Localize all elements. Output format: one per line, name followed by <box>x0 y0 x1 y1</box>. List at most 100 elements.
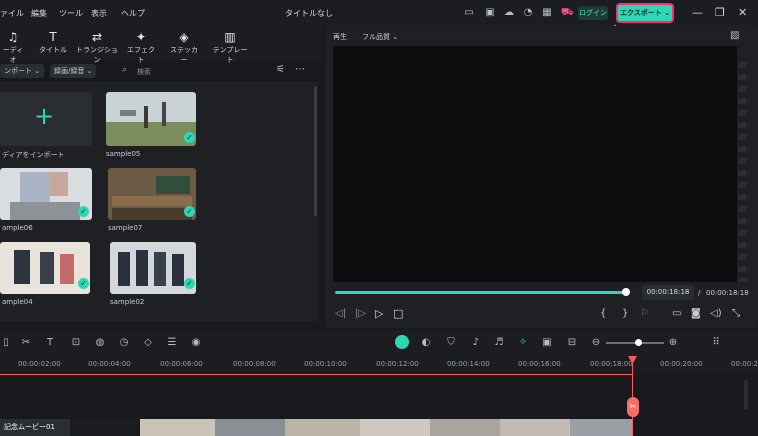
text-icon: T <box>49 30 57 44</box>
mark-in-icon[interactable]: { <box>600 308 606 319</box>
tab-audio[interactable]: ♫ ーディオ <box>0 30 26 65</box>
next-frame-icon[interactable]: |▷ <box>355 308 366 319</box>
time-separator: / <box>698 289 701 297</box>
timeline-scrollbar[interactable] <box>744 380 748 410</box>
tick-label: 00:00:06:00 <box>160 360 203 368</box>
media-item-sample07[interactable]: ✓ <box>108 168 196 220</box>
stop-icon[interactable]: □ <box>393 307 403 320</box>
search-icon: ⌕ <box>122 65 128 75</box>
marker-icon[interactable]: ⚐ <box>640 308 649 319</box>
quality-dropdown[interactable]: フル品質 ⌄ <box>362 32 398 42</box>
video-clip[interactable]: 記念ムービー01 <box>0 419 632 436</box>
checkmark-icon: ✓ <box>184 278 195 289</box>
template-icon: ▥ <box>224 30 236 44</box>
media-item-sample02[interactable]: ✓ <box>110 242 196 294</box>
more-icon[interactable]: ⋯ <box>295 64 305 75</box>
music-track-icon[interactable]: ♬ <box>493 337 505 349</box>
current-time: 00:00:18:18 <box>642 285 694 300</box>
tick-label: 00:00:20:00 <box>660 360 703 368</box>
crop-icon[interactable]: ⊡ <box>70 337 82 349</box>
filter-icon[interactable]: ⚟ <box>276 64 285 75</box>
tab-effect[interactable]: ✦ エフェクト <box>125 30 157 65</box>
zoom-out-icon[interactable]: ⊖ <box>590 337 602 349</box>
import-dropdown[interactable]: ンポート ⌄ <box>0 64 45 78</box>
tick-label: 00:00:2 <box>731 360 758 368</box>
display-icon[interactable]: ▭ <box>672 308 681 319</box>
plus-icon: + <box>34 102 55 130</box>
progress-handle[interactable] <box>622 288 630 296</box>
speed-icon[interactable]: ◷ <box>118 337 130 349</box>
sticker-icon: ◈ <box>179 30 189 44</box>
play-icon[interactable]: ▷ <box>375 307 383 320</box>
tick-label: 00:00:14:00 <box>447 360 490 368</box>
thumbnail-image <box>106 92 196 146</box>
media-item-label: sample02 <box>110 298 145 306</box>
pip-icon[interactable]: ▣ <box>541 337 553 349</box>
effect-icon: ✦ <box>135 30 147 44</box>
tab-sticker[interactable]: ◈ ステッカー <box>168 30 200 65</box>
minimize-icon[interactable]: — <box>692 6 703 19</box>
media-scrollbar[interactable] <box>314 86 317 216</box>
ai-icon[interactable] <box>395 335 409 349</box>
media-library: + ディアをインポート ✓ sample05 ✓ ample06 ✓ sampl… <box>0 82 318 322</box>
zoom-handle[interactable] <box>635 339 642 346</box>
close-icon[interactable]: ✕ <box>738 6 747 19</box>
record-dropdown[interactable]: 録画/録音 ⌄ <box>50 64 97 78</box>
text-tool-icon[interactable]: T <box>44 337 56 349</box>
music-note-icon: ♫ <box>7 30 19 44</box>
tick-label: 00:00:04:00 <box>88 360 131 368</box>
prev-frame-icon[interactable]: ◁| <box>335 308 346 319</box>
menu-file[interactable]: ァイル <box>0 8 24 19</box>
playhead[interactable] <box>632 356 633 436</box>
timeline-range-line <box>0 374 632 375</box>
checkmark-icon: ✓ <box>184 132 195 143</box>
menu-edit[interactable]: 編集 <box>31 8 47 19</box>
snapshot-icon[interactable]: ▨ <box>730 30 739 41</box>
menu-tools[interactable]: ツール <box>59 8 83 19</box>
audio-icon[interactable]: ◉ <box>190 337 202 349</box>
checkmark-icon: ✓ <box>78 278 89 289</box>
clip-label: 記念ムービー01 <box>4 423 55 431</box>
media-item-label: ample04 <box>2 298 33 306</box>
color-icon[interactable]: ◍ <box>94 337 106 349</box>
import-media-tile[interactable]: + <box>0 92 92 146</box>
thumbnail-image <box>110 242 196 294</box>
mic-icon[interactable]: ♪ <box>470 337 482 349</box>
tick-label: 00:00:10:00 <box>304 360 347 368</box>
menu-view[interactable]: 表示 <box>91 8 107 19</box>
delete-icon[interactable]: ▯ <box>0 337 12 349</box>
transition-icon: ⇄ <box>91 30 103 44</box>
tab-template[interactable]: ▥ テンプレート <box>210 30 250 65</box>
split-icon[interactable]: ✂ <box>627 397 639 417</box>
media-item-label: sample05 <box>106 150 141 158</box>
shield-icon[interactable]: ⛉ <box>445 337 457 349</box>
tab-title[interactable]: T タイトル <box>38 30 68 55</box>
grid-icon[interactable]: ⠿ <box>710 337 722 349</box>
media-item-sample04[interactable]: ✓ <box>0 242 90 294</box>
keyframe-icon[interactable]: ◇ <box>142 337 154 349</box>
progress-bar[interactable] <box>335 291 625 294</box>
volume-icon[interactable]: ◁) <box>710 308 722 319</box>
scissors-icon[interactable]: ✂ <box>20 337 32 349</box>
mark-out-icon[interactable]: } <box>622 308 628 319</box>
media-item-label: ample06 <box>2 224 33 232</box>
media-item-sample06[interactable]: ✓ <box>0 168 92 220</box>
zoom-in-icon[interactable]: ⊕ <box>667 337 679 349</box>
maximize-icon[interactable]: ❐ <box>715 6 725 19</box>
auto-icon[interactable]: ⊟ <box>566 337 578 349</box>
app-title: タイトルなし <box>285 9 333 18</box>
snap-icon[interactable]: ✧ <box>517 337 529 349</box>
fullscreen-icon[interactable]: ⤡ <box>732 308 740 319</box>
adjust-icon[interactable]: ☰ <box>166 337 178 349</box>
tick-label: 00:00:18:00 <box>590 360 633 368</box>
search-input[interactable]: 検索 <box>137 67 151 77</box>
play-mode-label: 再生 <box>333 33 347 41</box>
menu-help[interactable]: ヘルプ <box>121 8 145 19</box>
clip-thumbnails <box>0 419 632 436</box>
tab-transition[interactable]: ⇄ トランジション <box>76 30 118 65</box>
camera-icon[interactable]: ◙ <box>691 308 701 319</box>
film-strip-edge <box>738 56 746 282</box>
render-icon[interactable]: ◐ <box>420 337 432 349</box>
checkmark-icon: ✓ <box>78 206 89 217</box>
media-item-sample05[interactable]: ✓ <box>106 92 196 146</box>
